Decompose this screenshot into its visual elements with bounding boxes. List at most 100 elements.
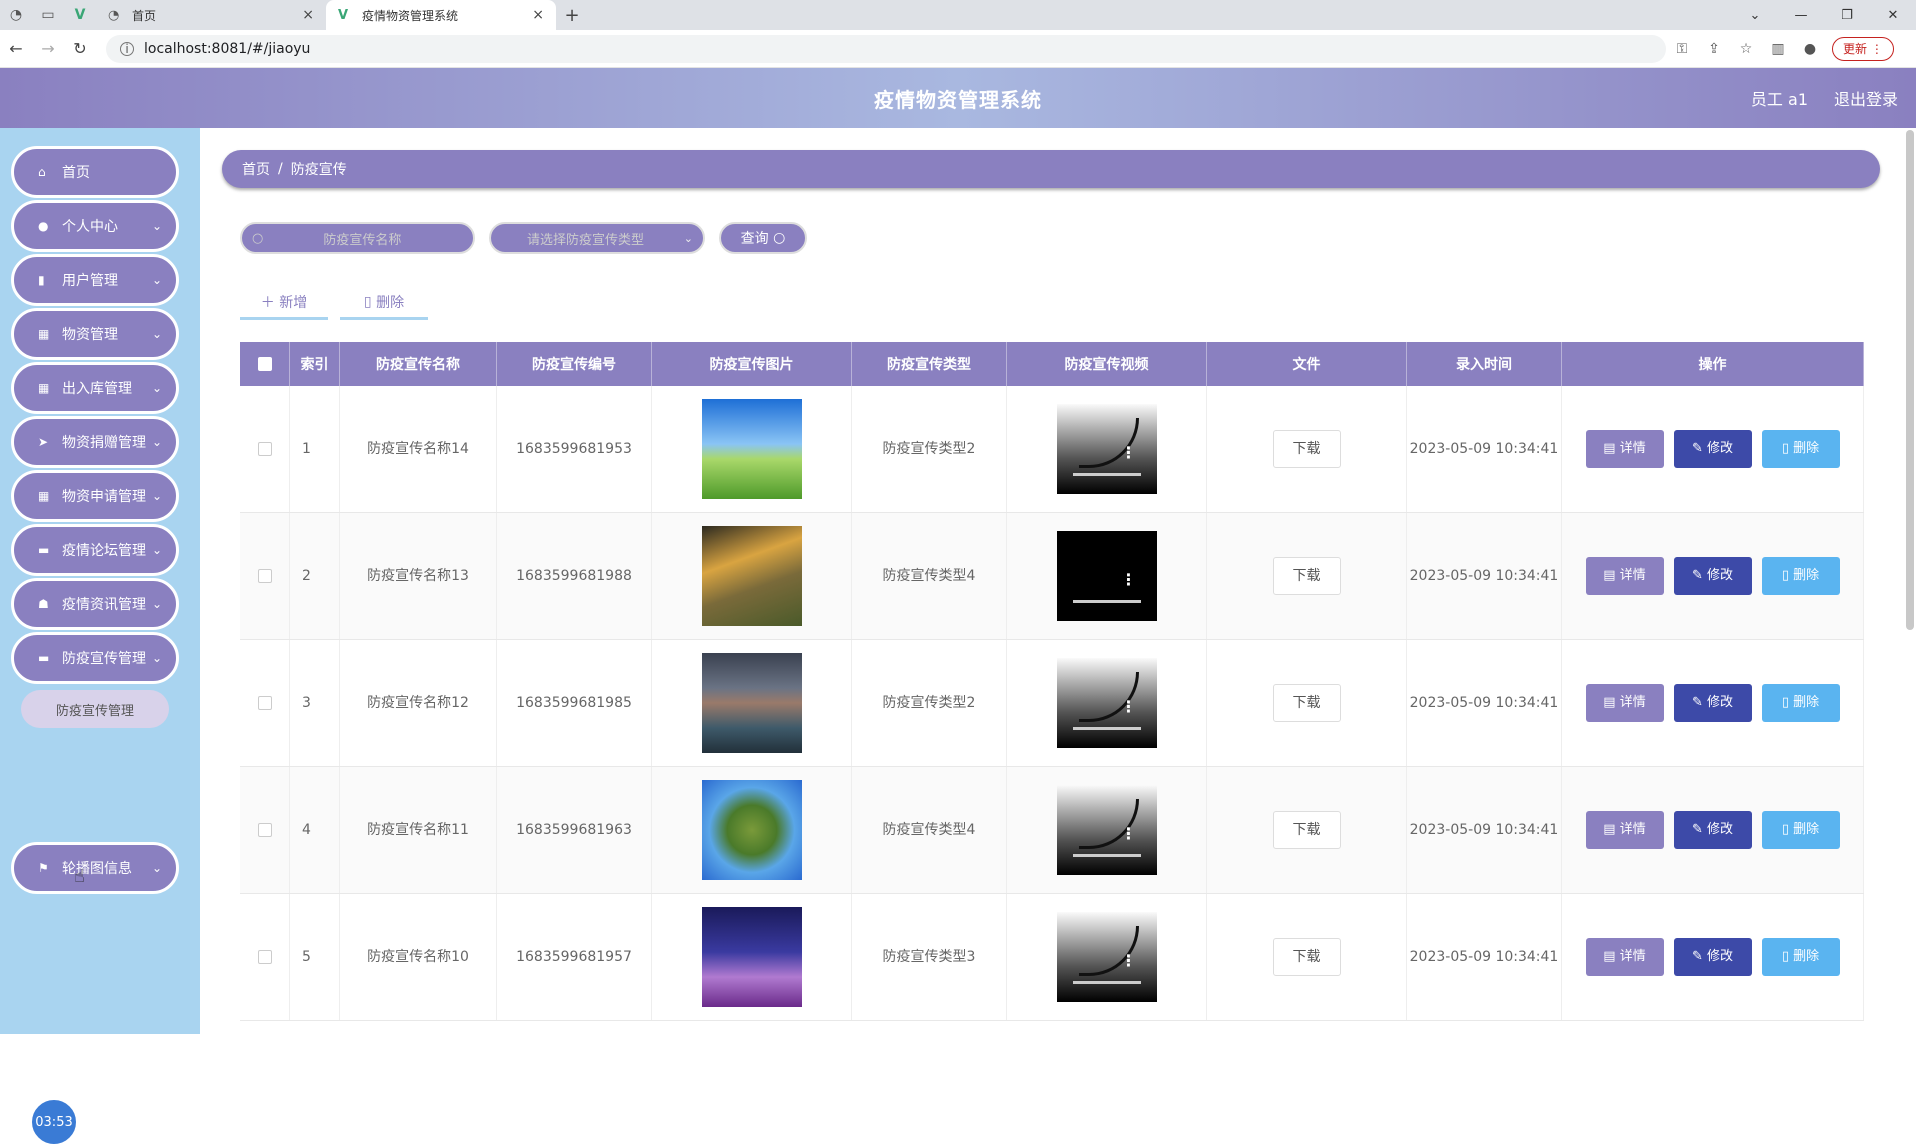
star-icon[interactable]: ☆: [1730, 41, 1762, 57]
propaganda-image[interactable]: [701, 653, 802, 753]
cell-name: 防疫宣传名称11: [340, 767, 497, 893]
sidebar-item-news[interactable]: ☗ 疫情资讯管理 ⌄: [11, 578, 179, 630]
edit-label: 修改: [1707, 949, 1734, 964]
more-icon[interactable]: ⋮: [1121, 823, 1137, 845]
pinned-tab-1[interactable]: ◔: [0, 0, 32, 30]
propaganda-image[interactable]: [701, 780, 802, 880]
logout-link[interactable]: 退出登录: [1834, 86, 1898, 110]
breadcrumb-home[interactable]: 首页: [242, 159, 270, 179]
new-tab-button[interactable]: +: [556, 0, 588, 30]
row-checkbox[interactable]: [257, 442, 272, 456]
chevron-down-icon: ⌄: [151, 219, 162, 233]
remove-button[interactable]: ▯ 删除: [1761, 811, 1840, 849]
row-checkbox[interactable]: [257, 823, 272, 837]
query-button[interactable]: 查询 ○: [719, 222, 807, 254]
sidebar-item-application[interactable]: ▦ 物资申请管理 ⌄: [11, 470, 179, 522]
download-button[interactable]: 下载: [1272, 430, 1341, 468]
cell-number: 1683599681953: [497, 386, 652, 512]
pinned-tab-3[interactable]: V: [64, 0, 96, 30]
search-icon: ○: [773, 230, 786, 246]
video-player[interactable]: ⋮: [1056, 658, 1157, 748]
row-checkbox-cell: [240, 386, 290, 512]
edit-button[interactable]: ✎ 修改: [1673, 430, 1752, 468]
trash-icon: ▯: [1781, 568, 1789, 583]
row-checkbox[interactable]: [257, 569, 272, 583]
detail-button[interactable]: ▤ 详情: [1585, 811, 1664, 849]
download-button[interactable]: 下载: [1272, 938, 1341, 976]
download-button[interactable]: 下载: [1272, 557, 1341, 595]
remove-button[interactable]: ▯ 删除: [1761, 430, 1840, 468]
close-icon[interactable]: ×: [532, 7, 544, 23]
page-scrollbar[interactable]: [1906, 130, 1914, 630]
video-player[interactable]: ⋮: [1056, 912, 1157, 1002]
info-icon[interactable]: i: [120, 41, 134, 56]
tab-home[interactable]: ◔ 首页 ×: [96, 0, 326, 30]
row-checkbox-cell: [240, 513, 290, 639]
sidebar-item-carousel[interactable]: ⚑ 轮播图信息 ⌄: [11, 842, 179, 894]
detail-button[interactable]: ▤ 详情: [1585, 938, 1664, 976]
window-close-icon[interactable]: ✕: [1870, 0, 1916, 30]
video-player[interactable]: ⋮: [1056, 785, 1157, 875]
more-icon[interactable]: ⋮: [1121, 950, 1137, 972]
update-button[interactable]: 更新 ⋮: [1832, 36, 1894, 61]
video-player[interactable]: ⋮: [1056, 531, 1157, 621]
detail-button[interactable]: ▤ 详情: [1585, 557, 1664, 595]
tab-search-icon[interactable]: ⌄: [1732, 0, 1778, 30]
more-icon[interactable]: ⋮: [1121, 569, 1137, 591]
cell-number: 1683599681988: [497, 513, 652, 639]
propaganda-image[interactable]: [701, 399, 802, 499]
search-icon: ○: [252, 230, 264, 246]
delete-button[interactable]: ▯ 删除: [340, 286, 428, 320]
add-button[interactable]: ＋ 新增: [240, 286, 328, 320]
remove-button[interactable]: ▯ 删除: [1761, 684, 1840, 722]
row-checkbox[interactable]: [257, 696, 272, 710]
sidebar-item-profile[interactable]: ● 个人中心 ⌄: [11, 200, 179, 252]
download-button[interactable]: 下载: [1272, 684, 1341, 722]
search-input[interactable]: ○ 防疫宣传名称: [240, 222, 475, 254]
propaganda-image[interactable]: [701, 526, 802, 626]
profile-icon[interactable]: ●: [1794, 41, 1826, 57]
detail-button[interactable]: ▤ 详情: [1585, 430, 1664, 468]
row-checkbox[interactable]: [257, 950, 272, 964]
back-icon[interactable]: ←: [0, 39, 32, 58]
edit-button[interactable]: ✎ 修改: [1673, 938, 1752, 976]
minimize-icon[interactable]: —: [1778, 0, 1824, 30]
forward-icon[interactable]: →: [32, 39, 64, 58]
sidebar-item-users[interactable]: ▮ 用户管理 ⌄: [11, 254, 179, 306]
edit-button[interactable]: ✎ 修改: [1673, 684, 1752, 722]
tab-system[interactable]: V 疫情物资管理系统 ×: [326, 0, 556, 30]
edit-button[interactable]: ✎ 修改: [1673, 557, 1752, 595]
edit-button[interactable]: ✎ 修改: [1673, 811, 1752, 849]
reload-icon[interactable]: ↻: [64, 39, 96, 58]
sidebar-item-home[interactable]: ⌂ 首页: [11, 146, 179, 198]
cell-operations: ▤ 详情 ✎ 修改 ▯ 删除: [1562, 386, 1864, 512]
sidebar-item-forum[interactable]: ▬ 疫情论坛管理 ⌄: [11, 524, 179, 576]
detail-button[interactable]: ▤ 详情: [1585, 684, 1664, 722]
type-select[interactable]: 请选择防疫宣传类型 ⌄: [489, 222, 705, 254]
video-player[interactable]: ⋮: [1056, 404, 1157, 494]
breadcrumb-current: 防疫宣传: [290, 162, 347, 178]
submenu-propaganda-manage[interactable]: 防疫宣传管理: [21, 690, 169, 728]
propaganda-image[interactable]: [701, 907, 802, 1007]
more-icon[interactable]: ⋮: [1121, 696, 1137, 718]
cell-name: 防疫宣传名称13: [340, 513, 497, 639]
select-all-checkbox[interactable]: [257, 357, 272, 371]
sidebar-item-propaganda[interactable]: ▬ 防疫宣传管理 ⌄: [11, 632, 179, 684]
share-icon[interactable]: ⇪: [1698, 41, 1730, 57]
cell-image: [652, 894, 852, 1020]
sidebar-item-supplies[interactable]: ▦ 物资管理 ⌄: [11, 308, 179, 360]
sidebar-item-donation[interactable]: ➤ 物资捐赠管理 ⌄: [11, 416, 179, 468]
close-icon[interactable]: ×: [302, 7, 314, 23]
remove-button[interactable]: ▯ 删除: [1761, 938, 1840, 976]
address-bar[interactable]: i localhost:8081/#/jiaoyu: [106, 34, 1666, 63]
chevron-down-icon: ⌄: [151, 273, 162, 287]
download-button[interactable]: 下载: [1272, 811, 1341, 849]
remove-button[interactable]: ▯ 删除: [1761, 557, 1840, 595]
more-icon[interactable]: ⋮: [1121, 442, 1137, 464]
maximize-icon[interactable]: ❐: [1824, 0, 1870, 30]
pinned-tab-2[interactable]: ▭: [32, 0, 64, 30]
sidebar-item-label: 轮播图信息: [62, 861, 132, 877]
sidebar-item-inout[interactable]: ▦ 出入库管理 ⌄: [11, 362, 179, 414]
key-icon[interactable]: ⚿: [1666, 41, 1698, 57]
sidepanel-icon[interactable]: ▥: [1762, 41, 1794, 57]
